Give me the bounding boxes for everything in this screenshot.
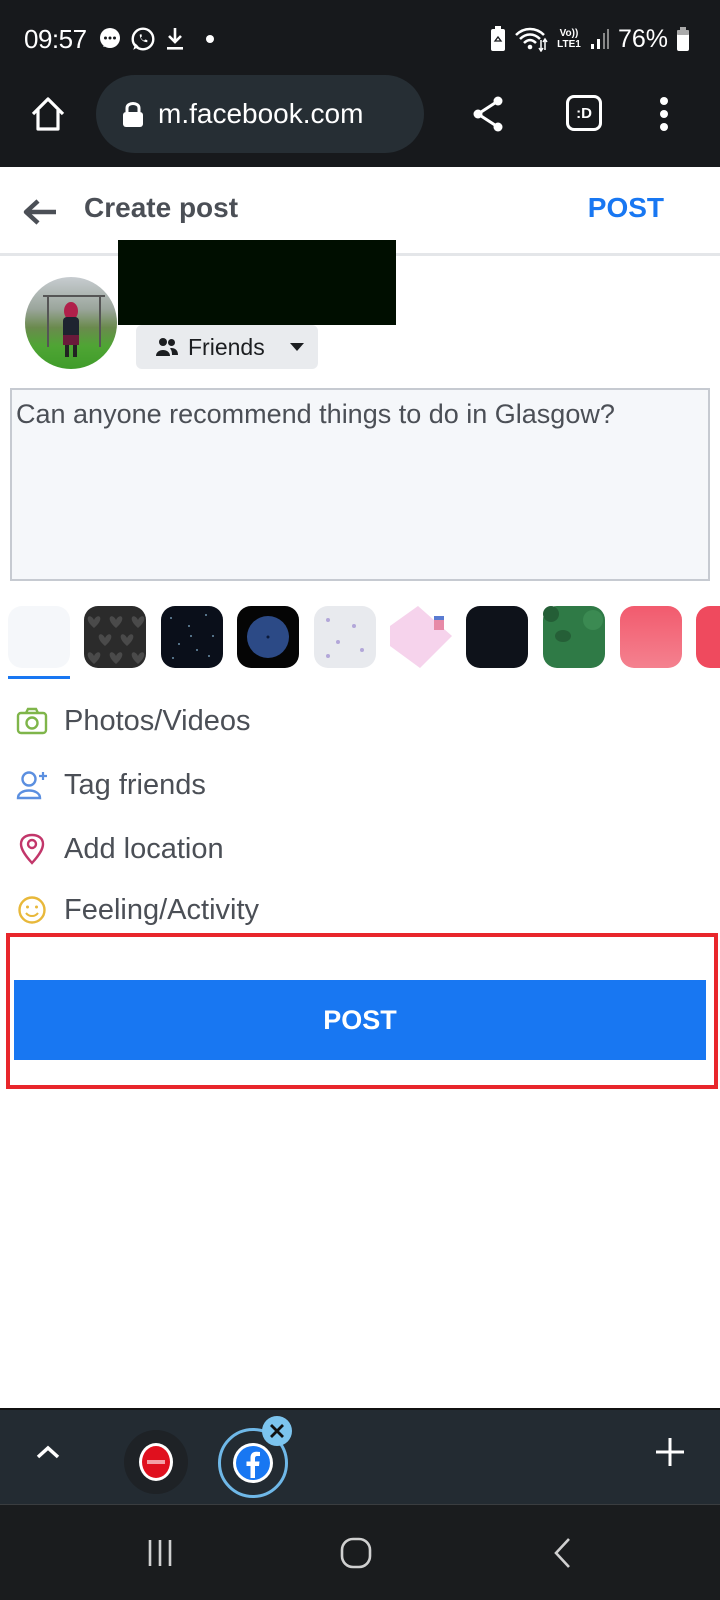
battery-saver-icon	[490, 26, 505, 51]
volte-lte1-icon: Vo)) LTE1	[557, 28, 581, 50]
recent-apps-button[interactable]	[138, 1531, 182, 1575]
background-swatch-blue-moon[interactable]	[237, 606, 299, 668]
share-icon	[473, 96, 503, 132]
back-button[interactable]	[20, 192, 60, 232]
tabs-icon: :D	[566, 95, 602, 131]
post-button[interactable]: POST	[14, 980, 706, 1060]
more-vertical-icon	[660, 97, 668, 131]
browser-tab-bar	[0, 1408, 720, 1504]
leaves-pattern-icon	[543, 606, 603, 642]
plus-icon	[656, 1438, 684, 1466]
address-bar[interactable]: m.facebook.com	[96, 75, 424, 153]
doodle-pattern-icon	[326, 618, 364, 658]
expand-tabs-button[interactable]	[28, 1432, 68, 1472]
home-nav-button[interactable]	[334, 1531, 378, 1575]
url-text: m.facebook.com	[158, 98, 364, 129]
camera-icon	[14, 703, 50, 739]
action-label: Feeling/Activity	[64, 893, 260, 926]
background-swatch-pink-drink[interactable]	[390, 606, 452, 668]
avatar	[25, 277, 117, 369]
back-arrow-icon	[23, 199, 56, 225]
action-photos-videos[interactable]: Photos/Videos	[14, 696, 251, 746]
download-icon	[167, 28, 183, 50]
battery-icon	[677, 27, 689, 51]
back-chevron-icon	[554, 1538, 570, 1568]
tab-stop-sign[interactable]	[124, 1430, 188, 1494]
background-swatch-pastel-doodle[interactable]	[314, 606, 376, 668]
messages-icon	[100, 28, 120, 48]
chevron-up-icon	[36, 1445, 60, 1459]
friends-icon	[156, 338, 178, 356]
action-label: Tag friends	[64, 768, 206, 801]
selected-background-indicator	[8, 676, 70, 679]
recent-apps-icon	[148, 1540, 172, 1566]
tag-friends-icon	[14, 767, 50, 803]
location-pin-icon	[14, 831, 50, 867]
background-picker	[8, 606, 720, 678]
battery-percent: 76%	[617, 24, 668, 53]
new-tab-button[interactable]	[650, 1432, 690, 1472]
action-tag-friends[interactable]: Tag friends	[14, 760, 206, 810]
browser-toolbar: m.facebook.com :D	[0, 75, 720, 167]
background-swatch-starry[interactable]	[161, 606, 223, 668]
background-swatch-black-hearts[interactable]	[84, 606, 146, 668]
wifi-icon	[515, 27, 548, 52]
smiley-icon	[14, 892, 50, 928]
page-title: Create post	[84, 192, 239, 223]
status-time: 09:57	[24, 24, 87, 54]
action-feeling-activity[interactable]: Feeling/Activity	[14, 888, 259, 932]
system-navigation-bar	[0, 1504, 720, 1600]
home-square-icon	[340, 1537, 372, 1569]
facebook-logo-icon	[233, 1443, 273, 1483]
background-swatch-pink-gradient[interactable]	[620, 606, 682, 668]
stars-pattern-icon	[170, 614, 214, 659]
post-text: Can anyone recommend things to do in Gla…	[16, 399, 615, 429]
action-label: Add location	[64, 832, 224, 865]
whatsapp-icon	[131, 27, 155, 51]
home-icon	[31, 97, 65, 131]
dot-icon	[206, 35, 214, 43]
home-button[interactable]	[26, 89, 70, 139]
caret-down-icon	[289, 343, 304, 351]
stop-sign-icon	[139, 1443, 173, 1481]
background-swatch-dark-night[interactable]	[466, 606, 528, 668]
avatar-photo	[43, 295, 105, 357]
redacted-user-name	[118, 240, 396, 325]
action-label: Photos/Videos	[64, 704, 251, 737]
tabs-icon-label: :D	[576, 104, 592, 122]
background-swatch-plain[interactable]	[8, 606, 70, 668]
drink-pattern-icon	[390, 606, 452, 668]
hearts-pattern-icon	[87, 616, 145, 664]
moon-pattern-icon	[247, 616, 289, 658]
post-text-input[interactable]: Can anyone recommend things to do in Gla…	[10, 388, 710, 581]
lock-icon	[123, 102, 143, 127]
share-button[interactable]	[466, 89, 510, 139]
action-add-location[interactable]: Add location	[14, 824, 224, 874]
more-menu-button[interactable]	[644, 89, 684, 139]
audience-label: Friends	[188, 333, 265, 360]
background-swatch-green-leaves[interactable]	[543, 606, 605, 668]
close-tab-button[interactable]	[262, 1416, 292, 1446]
audience-selector[interactable]: Friends	[136, 325, 318, 369]
background-swatch-red-hearts[interactable]	[696, 606, 720, 668]
header-post-button[interactable]: POST	[588, 192, 664, 224]
close-icon	[270, 1424, 284, 1438]
signal-icon	[590, 29, 609, 49]
tabs-button[interactable]: :D	[562, 91, 606, 135]
status-bar: 09:57 Vo)) LTE1 76%	[0, 0, 720, 75]
back-nav-button[interactable]	[540, 1531, 584, 1575]
